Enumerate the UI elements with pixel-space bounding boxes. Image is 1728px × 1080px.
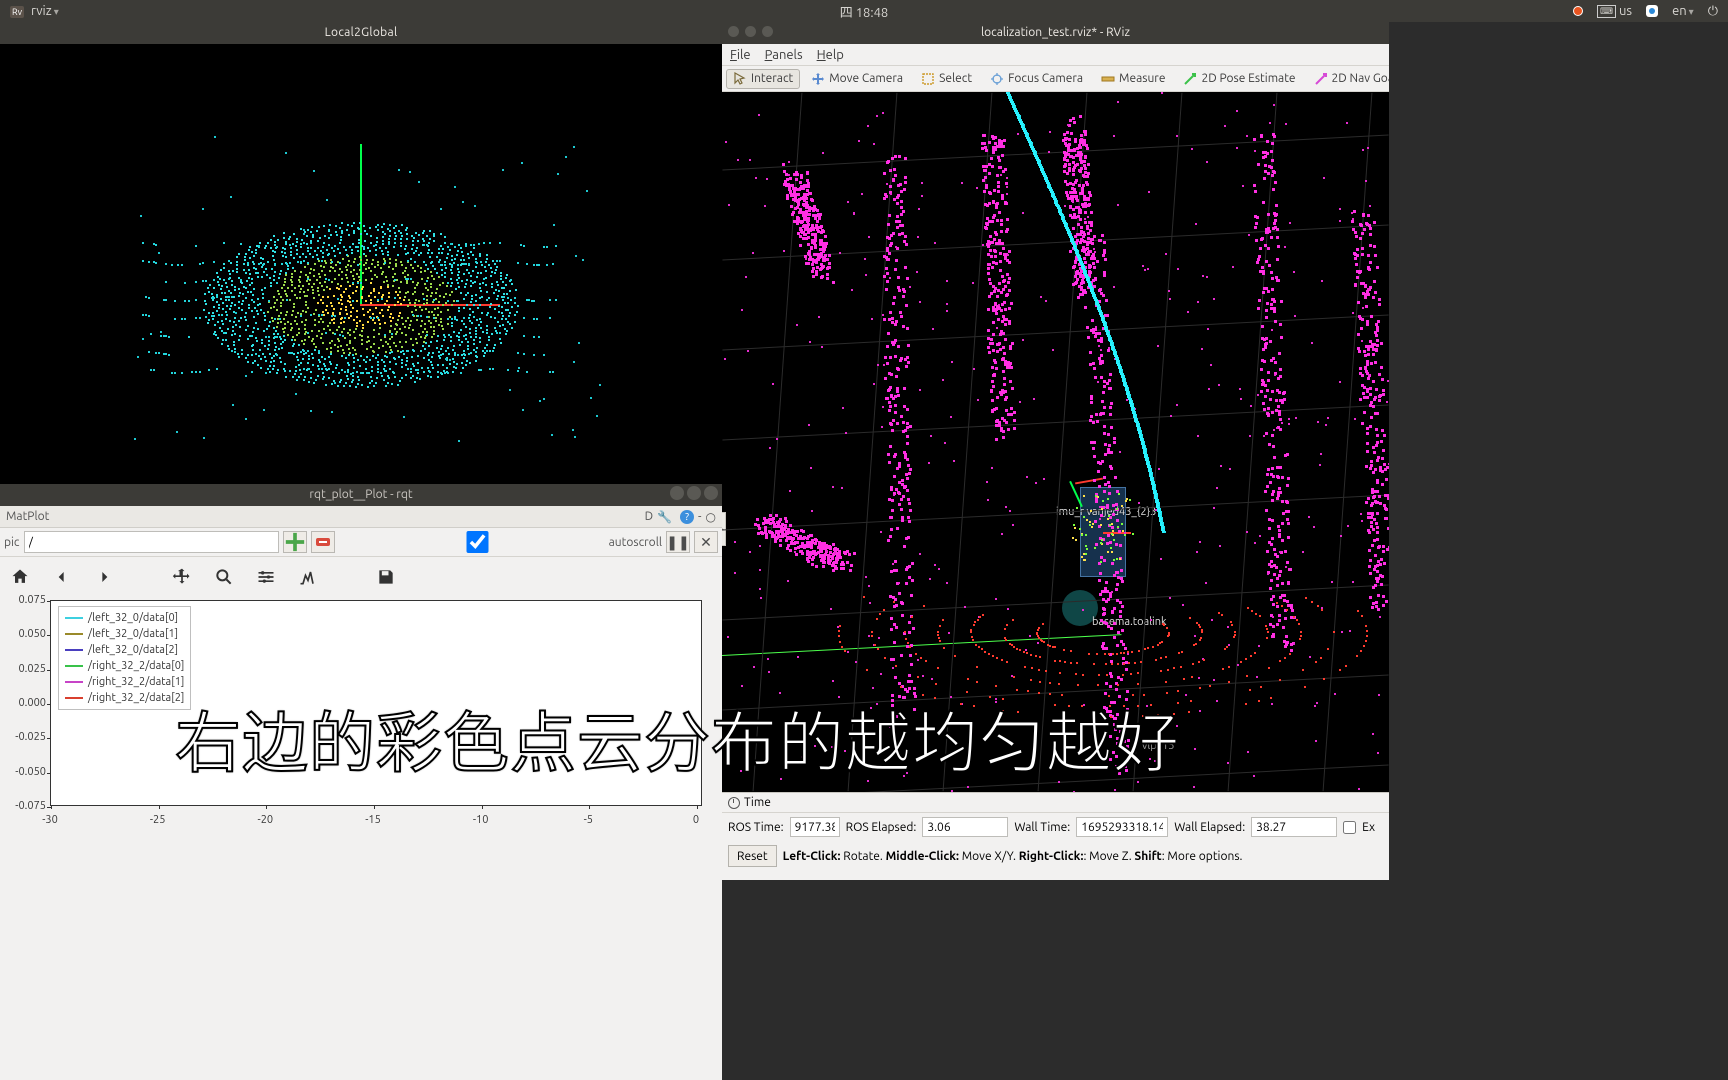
tf-frame-label: vlp_15 bbox=[1142, 740, 1175, 752]
home-icon[interactable] bbox=[8, 565, 32, 589]
maximize-button[interactable] bbox=[762, 26, 773, 37]
tool-select[interactable]: Select bbox=[914, 69, 979, 89]
rviz-3d-viewport[interactable]: ▸ imu_r vanjed43_{2}3 basema.toalink vlp… bbox=[722, 92, 1389, 792]
time-header: Time bbox=[744, 796, 771, 809]
tool-focus-camera[interactable]: Focus Camera bbox=[983, 69, 1090, 89]
panel-settings-icon[interactable]: 🔧 bbox=[657, 510, 672, 524]
move-icon bbox=[811, 72, 825, 86]
configure-subplots-icon[interactable] bbox=[254, 565, 278, 589]
axis-x-icon-2 bbox=[1075, 478, 1103, 485]
ros-time-label: ROS Time: bbox=[728, 821, 784, 834]
ros-elapsed-label: ROS Elapsed: bbox=[846, 821, 917, 834]
ros-elapsed-field[interactable] bbox=[922, 817, 1008, 837]
tool-move-camera[interactable]: Move Camera bbox=[804, 69, 910, 89]
arrow-green-icon bbox=[1183, 72, 1197, 86]
window-rviz: localization_test.rviz* - RViz File Pane… bbox=[722, 22, 1389, 880]
window-title[interactable]: Local2Global bbox=[0, 22, 722, 44]
active-app[interactable]: Rv rviz▾ bbox=[0, 4, 69, 18]
matplotlib-toolbar bbox=[0, 556, 722, 596]
forward-icon[interactable] bbox=[92, 565, 116, 589]
window-title[interactable]: rqt_plot__Plot - rqt bbox=[0, 484, 722, 506]
back-icon[interactable] bbox=[50, 565, 74, 589]
topic-input[interactable] bbox=[24, 531, 279, 553]
plot-legend: /left_32_0/data[0]/left_32_0/data[1]/lef… bbox=[58, 606, 191, 710]
panel-close-icon[interactable]: ○ bbox=[706, 510, 716, 524]
zoom-icon[interactable] bbox=[212, 565, 236, 589]
reset-button[interactable]: Reset bbox=[728, 845, 777, 867]
tool-interact[interactable]: Interact bbox=[726, 69, 800, 89]
edit-axes-icon[interactable] bbox=[296, 565, 320, 589]
rviz-toolbar: Interact Move Camera Select Focus Camera… bbox=[722, 66, 1389, 92]
menu-file[interactable]: File bbox=[730, 48, 751, 62]
panel-menu-initial[interactable]: D bbox=[645, 510, 653, 523]
focus-icon bbox=[990, 72, 1004, 86]
time-panel: Time ROS Time: ROS Elapsed: Wall Time: W… bbox=[722, 792, 1389, 871]
menubar: File Panels Help bbox=[722, 44, 1389, 66]
clear-button[interactable]: ✕ bbox=[694, 531, 718, 553]
keyboard-layout[interactable]: ⌨us bbox=[1597, 4, 1632, 18]
pause-button[interactable]: ❚❚ bbox=[666, 531, 690, 553]
screen-record-indicator[interactable] bbox=[1573, 6, 1583, 16]
tool-2d-nav-goal[interactable]: 2D Nav Goal bbox=[1307, 69, 1389, 89]
save-figure-icon[interactable] bbox=[374, 565, 398, 589]
cursor-icon bbox=[733, 72, 747, 86]
tray-app-icon[interactable] bbox=[1646, 5, 1658, 17]
ros-time-field[interactable] bbox=[790, 817, 840, 837]
system-clock[interactable]: 四 18:48 bbox=[840, 2, 889, 21]
window-title[interactable]: localization_test.rviz* - RViz bbox=[722, 22, 1389, 44]
window-local2global: Local2Global bbox=[0, 22, 722, 484]
experimental-checkbox[interactable] bbox=[1343, 821, 1356, 834]
plot-area[interactable]: /left_32_0/data[0]/left_32_0/data[1]/lef… bbox=[0, 600, 714, 828]
tool-2d-pose-estimate[interactable]: 2D Pose Estimate bbox=[1176, 69, 1302, 89]
help-text: Left-Click: Rotate. Middle-Click: Move X… bbox=[783, 850, 1243, 863]
pointcloud-viewport[interactable] bbox=[0, 44, 722, 484]
panel-help-icon[interactable]: ? bbox=[680, 510, 694, 524]
topic-label: pic bbox=[4, 536, 20, 549]
remove-topic-button[interactable] bbox=[311, 531, 335, 553]
tool-measure[interactable]: Measure bbox=[1094, 69, 1172, 89]
menu-panels[interactable]: Panels bbox=[765, 48, 803, 62]
wall-time-label: Wall Time: bbox=[1014, 821, 1070, 834]
wall-elapsed-label: Wall Elapsed: bbox=[1174, 821, 1245, 834]
panel-minimize-icon[interactable]: - bbox=[698, 510, 701, 523]
menu-help[interactable]: Help bbox=[817, 48, 844, 62]
system-top-bar: Rv rviz▾ 四 18:48 ⌨us en▾ ⏻ bbox=[0, 0, 1728, 22]
close-button[interactable] bbox=[704, 486, 718, 500]
ruler-icon bbox=[1101, 72, 1115, 86]
close-button[interactable] bbox=[728, 26, 739, 37]
clock-icon bbox=[728, 797, 740, 809]
maximize-button[interactable] bbox=[687, 486, 701, 500]
path-segment bbox=[722, 634, 1121, 656]
power-icon[interactable]: ⏻ bbox=[1708, 4, 1718, 19]
pan-icon[interactable] bbox=[170, 565, 194, 589]
window-rqt-plot: rqt_plot__Plot - rqt MatPlot D 🔧 ? - ○ p… bbox=[0, 484, 722, 1080]
minimize-button[interactable] bbox=[745, 26, 756, 37]
add-topic-button[interactable] bbox=[283, 531, 307, 553]
wall-elapsed-field[interactable] bbox=[1251, 817, 1337, 837]
wall-time-field[interactable] bbox=[1076, 817, 1168, 837]
input-language[interactable]: en▾ bbox=[1672, 4, 1694, 18]
experimental-label: Ex bbox=[1362, 821, 1375, 834]
arrow-pink-icon bbox=[1314, 72, 1328, 86]
autoscroll-checkbox[interactable]: autoscroll bbox=[350, 531, 662, 553]
minimize-button[interactable] bbox=[670, 486, 684, 500]
select-icon bbox=[921, 72, 935, 86]
panel-label: MatPlot bbox=[6, 510, 49, 523]
